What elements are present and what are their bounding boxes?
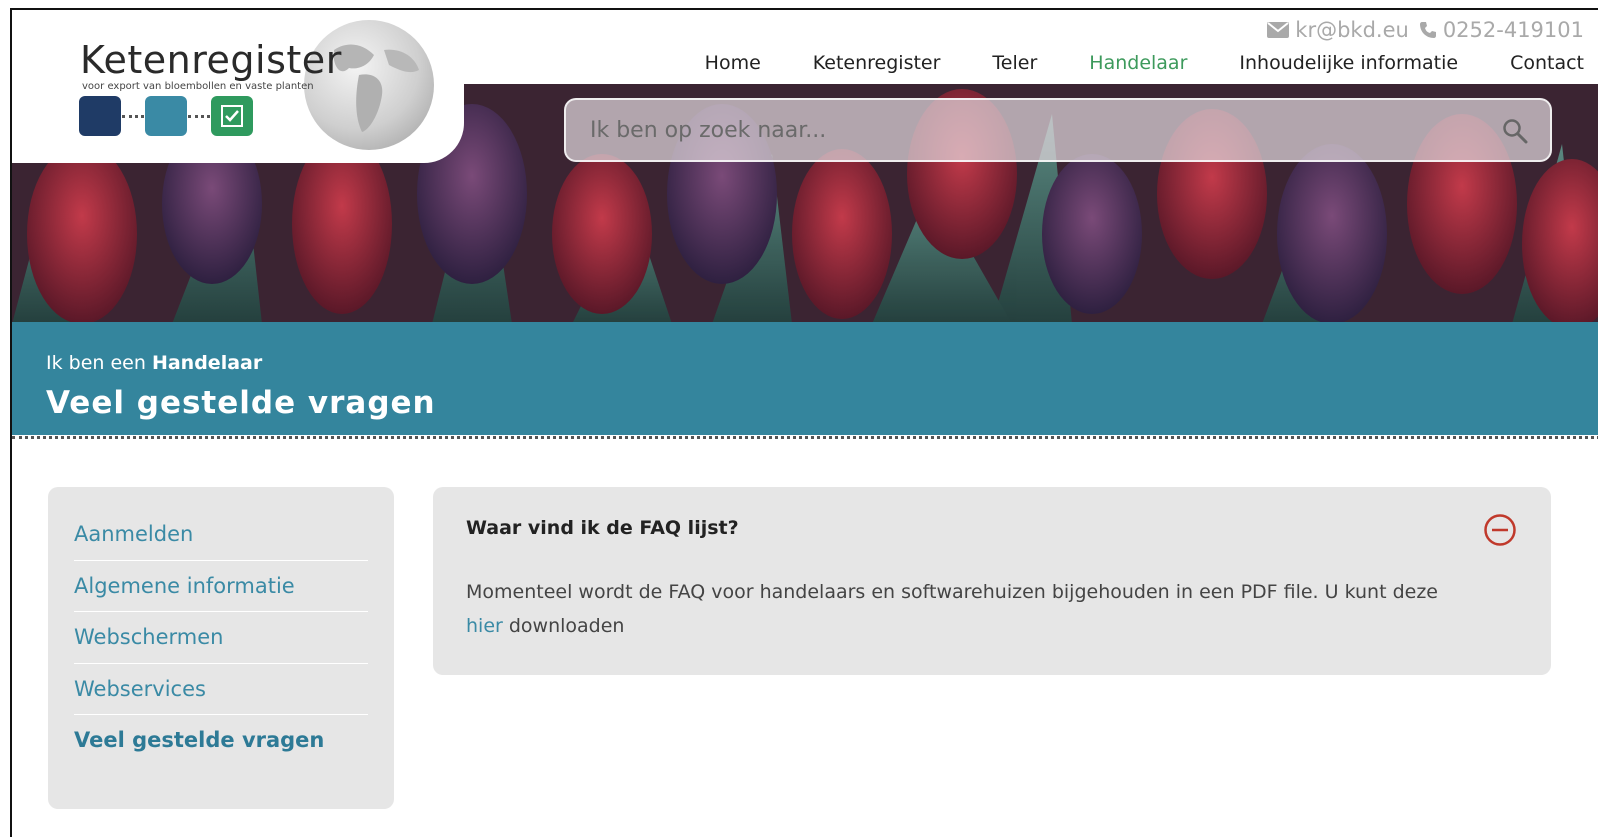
role-name: Handelaar [151,352,263,374]
mail-icon [1267,22,1290,38]
nav-contact[interactable]: Contact [1484,52,1584,74]
nav-handelaar[interactable]: Handelaar [1063,52,1213,74]
logo-title: Ketenregister [80,38,342,82]
collapse-minus-icon[interactable] [1483,513,1517,551]
faq-question[interactable]: Waar vind ik de FAQ lijst? [466,517,739,539]
role-subtitle: Ik ben een Handelaar [46,352,262,374]
checkbox-icon [211,96,253,136]
search-bar [564,98,1552,162]
sidebar-menu: Aanmelden Algemene informatie Webscherme… [48,487,394,809]
faq-answer-text: Momenteel wordt de FAQ voor handelaars e… [466,581,1438,603]
site-logo[interactable]: Ketenregister voor export van bloembolle… [12,10,464,163]
contact-info: kr@bkd.eu 0252-419101 [1267,18,1584,42]
sidebar-item-algemene-informatie[interactable]: Algemene informatie [74,561,368,612]
logo-dots [188,114,210,118]
nav-teler[interactable]: Teler [966,52,1063,74]
logo-box-dark [79,96,121,136]
logo-dots [122,114,144,118]
search-input[interactable] [590,100,1470,160]
sidebar-item-veel-gestelde-vragen[interactable]: Veel gestelde vragen [74,715,368,767]
page-title-band: Ik ben een Handelaar Veel gestelde vrage… [12,322,1598,435]
faq-answer-text-end: downloaden [502,615,625,637]
sidebar-item-aanmelden[interactable]: Aanmelden [74,509,368,561]
contact-email[interactable]: kr@bkd.eu [1295,18,1409,42]
browser-page: kr@bkd.eu 0252-419101 Home Ketenregister… [10,8,1598,837]
role-prefix: Ik ben een [46,352,146,374]
faq-answer: Momenteel wordt de FAQ voor handelaars e… [466,575,1466,643]
nav-home[interactable]: Home [679,52,787,74]
sidebar-item-webservices[interactable]: Webservices [74,664,368,715]
nav-inhoudelijke-informatie[interactable]: Inhoudelijke informatie [1213,52,1484,74]
nav-ketenregister[interactable]: Ketenregister [787,52,967,74]
main-nav: Home Ketenregister Teler Handelaar Inhou… [679,52,1584,74]
phone-icon [1419,21,1437,39]
page-title: Veel gestelde vragen [46,385,436,421]
faq-download-link[interactable]: hier [466,615,503,637]
dotted-divider [12,436,1598,439]
contact-phone[interactable]: 0252-419101 [1443,18,1584,42]
faq-item: Waar vind ik de FAQ lijst? Momenteel wor… [433,487,1551,675]
search-icon[interactable] [1502,118,1528,148]
logo-box-teal [145,96,187,136]
logo-chain-boxes [79,96,253,136]
logo-tagline: voor export van bloembollen en vaste pla… [82,81,314,92]
sidebar-item-webschermen[interactable]: Webschermen [74,612,368,664]
